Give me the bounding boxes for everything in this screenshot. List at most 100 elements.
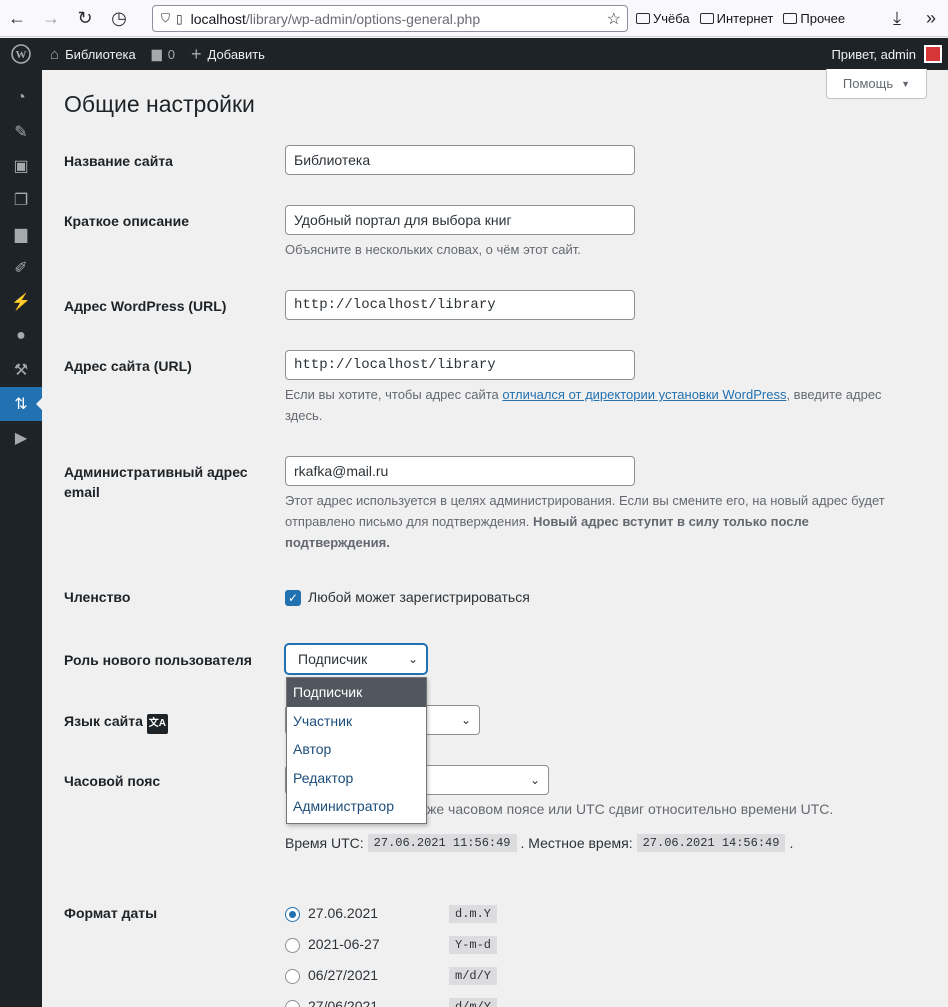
site-name-link[interactable]: ⌂ Библиотека	[42, 38, 144, 70]
menu-settings[interactable]: ⇅	[0, 387, 43, 421]
bookmark-folder-internet[interactable]: Интернет	[699, 11, 773, 26]
role-option-author[interactable]: Автор	[287, 735, 426, 764]
menu-plugins[interactable]: ⚡	[0, 285, 42, 319]
plus-icon: +	[190, 43, 202, 64]
download-icon: ⤓	[893, 8, 901, 28]
comment-icon: ▆	[151, 46, 162, 61]
wp-url-input[interactable]: http://localhost/library	[285, 290, 635, 320]
settings-icon: ⇅	[14, 396, 28, 413]
admin-email-label-line2: email	[64, 484, 100, 500]
chevron-down-icon: ⌄	[460, 713, 471, 727]
tagline-label: Краткое описание	[64, 213, 189, 229]
time-info: Время UTC: 27.06.2021 11:56:49 . Местное…	[285, 834, 794, 852]
date-format-option-label[interactable]: 27.06.2021	[308, 905, 378, 921]
avatar	[924, 45, 942, 63]
menu-users[interactable]: ●	[0, 319, 42, 353]
site-url-help-link[interactable]: отличался от директории установки WordPr…	[502, 387, 786, 402]
menu-appearance[interactable]: ✐	[0, 251, 42, 285]
browser-toolbar: ← → ↻ ◷ ⛉ ▯ localhost/library/wp-admin/o…	[0, 0, 948, 37]
role-option-subscriber[interactable]: Подписчик	[287, 678, 426, 707]
folder-icon	[636, 13, 650, 24]
menu-dashboard[interactable]: ◔	[0, 81, 42, 115]
url-host: localhost	[190, 10, 246, 27]
page-icon: ▯	[176, 11, 183, 26]
menu-media[interactable]: ▣	[0, 149, 42, 183]
chevron-down-icon: ⌄	[529, 773, 540, 787]
pushpin-icon: ✎	[14, 124, 28, 141]
chevrons-right-icon: »	[925, 8, 936, 28]
date-format-radio-3[interactable]	[285, 969, 300, 984]
site-language-label: Язык сайта 文A	[64, 711, 168, 734]
brush-icon: ✐	[14, 260, 28, 277]
play-circle-icon: ▶	[14, 430, 28, 447]
reload-button[interactable]: ↻	[68, 0, 102, 37]
forward-button[interactable]: →	[34, 0, 68, 37]
default-role-select[interactable]: Подписчик ⌄	[285, 644, 427, 674]
clock-icon: ◷	[111, 7, 127, 28]
plugin-icon: ⚡	[11, 294, 31, 311]
bookmark-star-icon[interactable]: ☆	[607, 9, 621, 29]
comments-link[interactable]: ▆ 0	[144, 38, 183, 70]
user-icon: ●	[16, 327, 26, 344]
tagline-input[interactable]: Удобный портал для выбора книг	[285, 205, 635, 235]
timezone-description: же часовом поясе или UTC сдвиг относител…	[427, 801, 834, 817]
shield-icon: ⛉	[161, 11, 171, 25]
translation-icon: 文A	[146, 714, 168, 734]
site-url-label: Адрес сайта (URL)	[64, 358, 192, 374]
site-url-description: Если вы хотите, чтобы адрес сайта отлича…	[285, 387, 882, 402]
home-icon: ⌂	[50, 45, 60, 63]
date-format-radio-1[interactable]	[285, 907, 300, 922]
date-format-radio-4[interactable]	[285, 1000, 300, 1007]
admin-sidebar: ◔ ✎ ▣ ❐ ▆ ✐ ⚡ ● ⚒ ⇅ ▶	[0, 70, 43, 1007]
caret-down-icon: ▼	[901, 78, 911, 89]
svg-text:W: W	[16, 49, 27, 61]
menu-pages[interactable]: ❐	[0, 183, 42, 217]
menu-posts[interactable]: ✎	[0, 115, 42, 149]
site-title-label: Название сайта	[64, 153, 173, 169]
wp-logo[interactable]: W	[0, 38, 42, 70]
site-url-input[interactable]: http://localhost/library	[285, 350, 635, 380]
admin-email-input[interactable]: rkafka@mail.ru	[285, 456, 635, 486]
anyone-can-register-label[interactable]: Любой может зарегистрироваться	[308, 589, 530, 605]
reload-icon: ↻	[77, 7, 93, 28]
browser-right-tools: ⤓ »	[880, 0, 948, 37]
admin-email-description-line3: подтверждения.	[285, 535, 390, 550]
menu-tools[interactable]: ⚒	[0, 353, 42, 387]
media-icon: ▣	[13, 158, 29, 175]
date-format-label: Формат даты	[64, 905, 158, 921]
check-icon: ✓	[287, 591, 299, 605]
history-button[interactable]: ◷	[102, 0, 136, 37]
bookmarks-bar: Учёба Интернет Прочее	[636, 0, 845, 37]
downloads-button[interactable]: ⤓	[880, 0, 914, 37]
folder-icon	[699, 13, 714, 24]
date-format-option-label[interactable]: 2021-06-27	[308, 936, 380, 952]
role-option-editor[interactable]: Редактор	[287, 764, 426, 793]
date-format-radio-2[interactable]	[285, 938, 300, 953]
date-format-code: Y-m-d	[449, 936, 498, 954]
menu-comments[interactable]: ▆	[0, 217, 42, 251]
site-title-input[interactable]: Библиотека	[285, 145, 635, 175]
date-format-code: m/d/Y	[449, 967, 498, 985]
role-option-administrator[interactable]: Администратор	[287, 792, 426, 821]
date-format-option-label[interactable]: 06/27/2021	[308, 967, 378, 983]
back-button[interactable]: ←	[0, 0, 34, 37]
bookmark-folder-other[interactable]: Прочее	[783, 11, 845, 26]
local-time-value: 27.06.2021 14:56:49	[636, 834, 786, 852]
overflow-button[interactable]: »	[914, 0, 948, 37]
menu-collapse[interactable]: ▶	[0, 421, 42, 455]
bookmark-folder-study[interactable]: Учёба	[636, 11, 690, 26]
help-button[interactable]: Помощь ▼	[826, 69, 927, 99]
wrench-icon: ⚒	[13, 362, 29, 379]
date-format-code: d/m/Y	[449, 998, 498, 1007]
tagline-description: Объясните в нескольких словах, о чём это…	[285, 242, 581, 257]
add-new-link[interactable]: + Добавить	[183, 38, 273, 70]
timezone-label: Часовой пояс	[64, 773, 161, 789]
anyone-can-register-checkbox[interactable]: ✓	[285, 590, 301, 606]
dashboard-icon: ◔	[16, 89, 26, 106]
chevron-down-icon: ⌄	[407, 652, 418, 666]
my-account[interactable]: Привет, admin	[831, 38, 942, 70]
date-format-option-label[interactable]: 27/06/2021	[308, 998, 378, 1007]
address-bar[interactable]: ⛉ ▯ localhost/library/wp-admin/options-g…	[152, 5, 628, 32]
url-path: /library/wp-admin/options-general.php	[245, 10, 481, 27]
role-option-contributor[interactable]: Участник	[287, 707, 426, 736]
